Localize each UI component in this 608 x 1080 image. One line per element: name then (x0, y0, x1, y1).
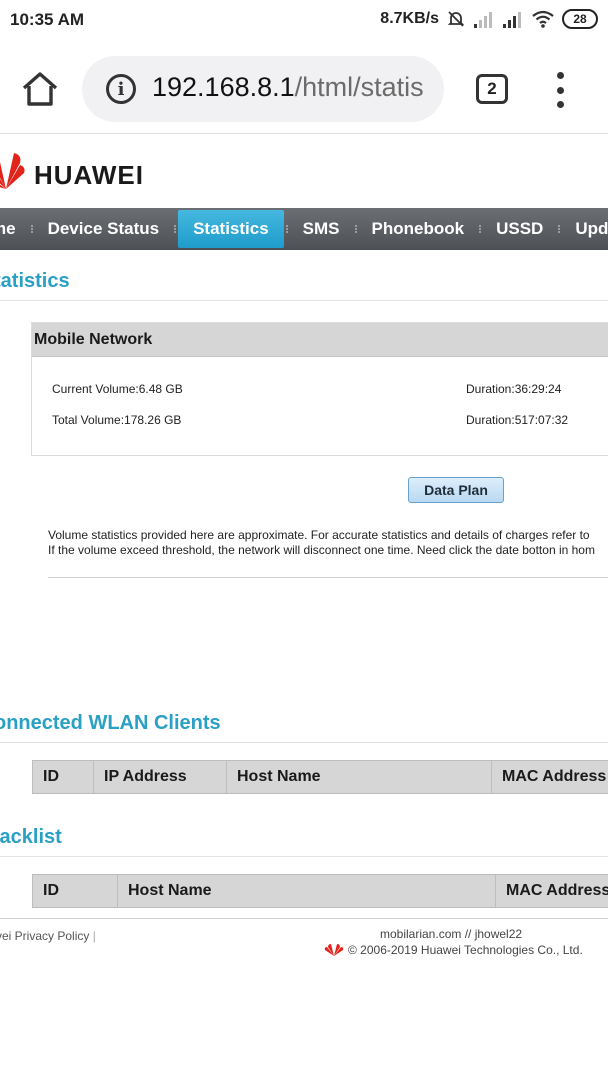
nav-item-sms[interactable]: SMS (288, 208, 355, 250)
mute-bell-icon (447, 11, 465, 27)
mobile-network-panel: Mobile Network Current Volume:6.48 GB Du… (31, 322, 608, 456)
battery-level: 28 (573, 12, 587, 26)
home-icon[interactable] (18, 70, 62, 108)
statistics-title: tatistics (0, 270, 70, 292)
wlan-clients-title: onnected WLAN Clients (0, 712, 221, 734)
column-header-host-name: Host Name (227, 761, 492, 793)
blacklist-title: lacklist (0, 826, 62, 848)
huawei-logo-icon (324, 944, 344, 956)
nav-item-statistics[interactable]: Statistics (178, 210, 284, 248)
nav-item-phonebook[interactable]: Phonebook (357, 208, 480, 250)
nav-item-label: Upda (575, 219, 608, 238)
url-text[interactable]: 192.168.8.1/html/statis (152, 72, 424, 103)
signal-weak-icon (474, 12, 492, 28)
nav-item-label: Statistics (193, 219, 269, 238)
nav-item-label: USSD (496, 219, 544, 238)
divider (0, 742, 608, 743)
huawei-logo-icon (0, 153, 25, 189)
status-icons: 8.7KB/s 28 (380, 9, 598, 29)
volume-note-line-2: If the volume exceed threshold, the netw… (48, 543, 595, 557)
nav-item-label: Phonebook (371, 219, 465, 238)
mobile-network-header: Mobile Network (32, 323, 608, 357)
nav-separator (174, 208, 177, 250)
column-header-host-name: Host Name (118, 875, 496, 907)
nav-item-update[interactable]: Upda (560, 208, 608, 250)
footer-credit: mobilarian.com // jhowel22 (380, 927, 523, 941)
divider (0, 856, 608, 857)
android-status-bar: 10:35 AM 8.7KB/s 28 (0, 0, 608, 42)
blacklist-table-header: ID Host Name MAC Address (32, 874, 608, 908)
volume-note-line-1: Volume statistics provided here are appr… (48, 528, 590, 542)
column-header-id: ID (33, 761, 94, 793)
footer-divider (0, 918, 608, 919)
info-icon[interactable]: i (106, 74, 136, 104)
tab-count: 2 (487, 79, 497, 98)
nav-item-home[interactable]: me (0, 208, 31, 250)
brand-name: HUAWEI (34, 160, 144, 190)
divider (0, 300, 608, 301)
url-path: /html/statis (294, 72, 424, 102)
current-duration: Duration:36:29:24 (466, 382, 562, 396)
footer-links: vei Privacy Policy | (0, 929, 96, 943)
column-header-ip-address: IP Address (94, 761, 227, 793)
overflow-menu-icon[interactable] (552, 72, 568, 108)
tab-switcher-button[interactable]: 2 (476, 74, 508, 104)
column-header-id: ID (33, 875, 118, 907)
nav-item-label: SMS (302, 219, 340, 238)
data-plan-label: Data Plan (424, 482, 488, 498)
privacy-policy-link[interactable]: vei Privacy Policy (0, 929, 89, 943)
current-volume: Current Volume:6.48 GB (52, 382, 183, 396)
nav-item-device-status[interactable]: Device Status (33, 208, 175, 250)
column-header-mac-address: MAC Address (502, 768, 607, 785)
copyright-text: © 2006-2019 Huawei Technologies Co., Ltd… (348, 943, 583, 957)
address-bar[interactable]: i 192.168.8.1/html/statis (82, 56, 444, 122)
total-volume: Total Volume:178.26 GB (52, 413, 182, 427)
status-time: 10:35 AM (10, 10, 85, 29)
main-nav: me Device Status Statistics SMS Phoneboo… (0, 208, 608, 250)
footer-separator: | (92, 929, 96, 943)
column-header-mac-address: MAC Address (506, 882, 608, 899)
mobile-network-heading: Mobile Network (34, 331, 153, 348)
footer-copyright: © 2006-2019 Huawei Technologies Co., Ltd… (324, 943, 583, 957)
nav-item-ussd[interactable]: USSD (481, 208, 558, 250)
total-duration: Duration:517:07:32 (466, 413, 569, 427)
data-plan-button[interactable]: Data Plan (408, 477, 504, 503)
divider (48, 577, 608, 578)
battery-icon: 28 (562, 9, 598, 29)
wlan-clients-table-header: ID IP Address Host Name MAC Address (32, 760, 608, 794)
signal-strong-icon (503, 12, 521, 28)
network-speed: 8.7KB/s (380, 10, 439, 27)
nav-item-label: me (0, 219, 16, 238)
nav-item-label: Device Status (47, 219, 160, 238)
page-header: HUAWEI (0, 135, 608, 207)
browser-toolbar: i 192.168.8.1/html/statis 2 (0, 42, 608, 134)
wifi-icon (532, 10, 554, 28)
url-host: 192.168.8.1 (152, 72, 295, 102)
